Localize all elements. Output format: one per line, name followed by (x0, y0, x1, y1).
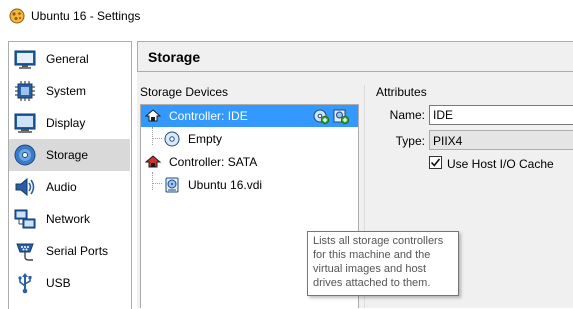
audio-icon (15, 177, 35, 197)
sidebar-item-label: Audio (46, 180, 77, 194)
add-optical-drive-button[interactable] (313, 108, 329, 124)
tooltip-line: drives attached to them. (313, 277, 431, 289)
sidebar-item-usb[interactable]: USB (9, 267, 130, 299)
tooltip-line: Lists all storage controllers (313, 235, 444, 247)
sidebar-item-display[interactable]: Display (9, 107, 130, 139)
sidebar-item-label: Network (46, 212, 91, 226)
tree-item-ubuntu-vdi[interactable]: Ubuntu 16.vdi (141, 174, 358, 196)
optical-disc-icon (164, 131, 180, 147)
tree-item-label: Controller: IDE (169, 109, 248, 123)
sata-controller-icon (145, 155, 161, 168)
use-host-io-cache-label: Use Host I/O Cache (447, 157, 554, 171)
tree-item-controller-ide[interactable]: Controller: IDE (141, 105, 358, 127)
virtualbox-icon (9, 8, 25, 24)
tooltip-line: virtual images and host (313, 263, 427, 275)
storage-icon (14, 144, 36, 166)
hard-disk-icon (165, 177, 179, 193)
network-icon (14, 209, 36, 229)
type-dropdown[interactable]: PIIX4 (429, 130, 573, 150)
tree-item-controller-sata[interactable]: Controller: SATA (141, 151, 358, 173)
sidebar-item-network[interactable]: Network (9, 203, 130, 235)
name-label: Name: (389, 108, 425, 122)
page-title: Storage (148, 49, 201, 65)
attributes-label: Attributes (376, 85, 427, 99)
sidebar-item-label: Display (46, 116, 86, 130)
tree-item-label: Controller: SATA (169, 155, 258, 169)
use-host-io-cache-checkbox[interactable] (429, 156, 442, 169)
storage-devices-label: Storage Devices (140, 85, 229, 99)
tree-item-empty-drive[interactable]: Empty (141, 128, 358, 150)
window-title: Ubuntu 16 - Settings (31, 9, 141, 23)
tree-item-label: Empty (188, 132, 223, 146)
name-field[interactable] (429, 105, 573, 125)
sidebar-item-storage[interactable]: Storage (9, 139, 130, 171)
add-hard-disk-button[interactable] (333, 108, 349, 124)
sidebar-item-label: General (46, 52, 89, 66)
sidebar-item-audio[interactable]: Audio (9, 171, 130, 203)
system-icon (15, 81, 35, 101)
tree-item-label: Ubuntu 16.vdi (188, 178, 263, 192)
sidebar-item-general[interactable]: General (9, 43, 130, 75)
checkmark-icon (430, 158, 441, 167)
usb-icon (18, 273, 32, 294)
sidebar-item-system[interactable]: System (9, 75, 130, 107)
sidebar-item-label: USB (46, 276, 71, 290)
title-bar: Ubuntu 16 - Settings (0, 0, 573, 32)
page-header: Storage (137, 41, 573, 72)
sidebar-item-label: Storage (46, 148, 89, 162)
settings-sidebar: General System Display Storage Audio Net… (8, 41, 132, 309)
type-dropdown-value: PIIX4 (433, 134, 463, 148)
sidebar-item-label: System (46, 84, 87, 98)
serial-ports-icon (16, 243, 34, 261)
sidebar-item-serial-ports[interactable]: Serial Ports (9, 235, 130, 267)
tooltip-line: for this machine and the (313, 249, 431, 261)
display-icon (14, 113, 36, 133)
sidebar-item-label: Serial Ports (46, 244, 109, 258)
storage-tree-tooltip: Lists all storage controllers for this m… (307, 231, 459, 296)
general-icon (14, 50, 36, 69)
type-label: Type: (395, 134, 425, 148)
ide-controller-icon (145, 109, 161, 122)
